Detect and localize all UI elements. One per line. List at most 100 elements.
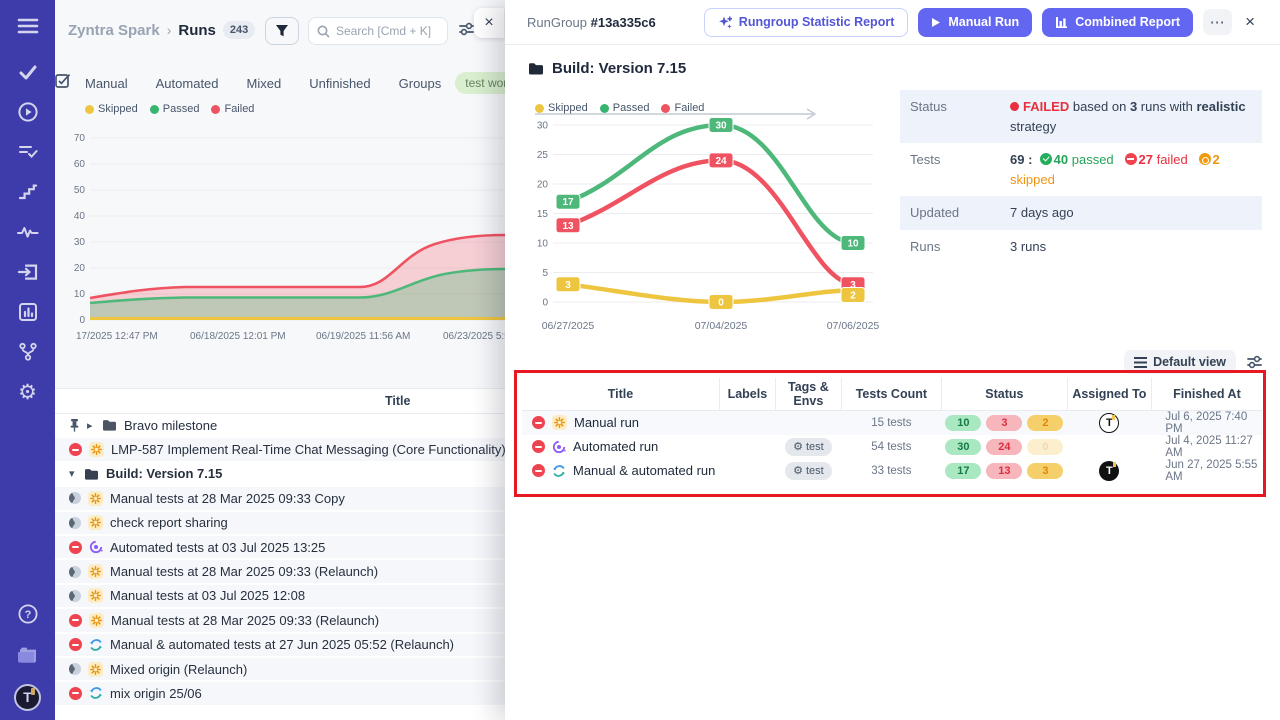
failed-pill: 3	[986, 415, 1022, 431]
tag-filter-pill[interactable]: test work	[455, 72, 505, 94]
col-finished-at[interactable]: Finished At	[1151, 378, 1262, 410]
test-plans-icon[interactable]	[0, 132, 55, 172]
manual-run-icon	[88, 515, 103, 530]
passed-pill: 30	[945, 439, 981, 455]
updated-row: Updated 7 days ago	[900, 196, 1262, 230]
settings-gear-icon[interactable]: ⚙	[0, 372, 55, 412]
runs-list: Title ▸ Bravo milestone LMP-587 Implemen…	[55, 388, 505, 720]
col-labels[interactable]: Labels	[719, 378, 775, 410]
pulse-icon[interactable]	[0, 212, 55, 252]
mixed-run-icon	[89, 686, 103, 700]
combined-report-button[interactable]: Combined Report	[1042, 8, 1193, 37]
table-header-row: Title Labels Tags & Envs Tests Count Sta…	[522, 378, 1262, 410]
run-row[interactable]: Automated run ⚙ test 54 tests 30 24 0 Ju…	[522, 435, 1262, 459]
list-item[interactable]: Mixed origin (Relaunch)	[55, 658, 505, 682]
list-item[interactable]: Automated tests at 03 Jul 2025 13:25	[55, 536, 505, 560]
assignee-avatar[interactable]: T	[1099, 461, 1119, 481]
list-item[interactable]: Manual & automated tests at 27 Jun 2025 …	[55, 634, 505, 658]
assignee-avatar[interactable]: T	[1099, 413, 1119, 433]
tag-pill[interactable]: ⚙ test	[785, 438, 832, 456]
list-item[interactable]: Manual tests at 28 Mar 2025 09:33 (Relau…	[55, 609, 505, 633]
group-chart-legend: Skipped Passed Failed	[535, 102, 704, 114]
group-runs-table: Title Labels Tags & Envs Tests Count Sta…	[522, 378, 1262, 483]
display-options-icon[interactable]	[459, 22, 474, 41]
svg-text:17/2025 12:47 PM: 17/2025 12:47 PM	[76, 331, 158, 342]
chart-legend: Skipped Passed Failed	[85, 103, 254, 115]
col-tests-count[interactable]: Tests Count	[841, 378, 941, 410]
caret-down-icon[interactable]: ▾	[69, 467, 77, 480]
more-options-button[interactable]: ⋯	[1203, 9, 1232, 35]
updated-value: 7 days ago	[1010, 203, 1074, 223]
rungroup-header: RunGroup #13a335c6 Rungroup Statistic Re…	[505, 0, 1280, 45]
steps-icon[interactable]	[0, 172, 55, 212]
play-icon	[931, 17, 941, 28]
passed-dot	[600, 104, 609, 113]
passed-dot	[150, 105, 159, 114]
failed-dot	[211, 105, 220, 114]
tab-automated[interactable]: Automated	[142, 76, 233, 91]
user-avatar[interactable]: T	[0, 674, 55, 720]
select-runs-icon[interactable]	[55, 73, 71, 93]
svg-text:10: 10	[74, 289, 86, 300]
list-item[interactable]: check report sharing	[55, 512, 505, 536]
list-item-label: Bravo milestone	[124, 418, 217, 433]
list-item[interactable]: LMP-587 Implement Real-Time Chat Messagi…	[55, 438, 505, 462]
list-item[interactable]: ▸ Bravo milestone	[55, 414, 505, 438]
import-icon[interactable]	[0, 252, 55, 292]
help-icon[interactable]: ?	[0, 594, 55, 634]
tab-unfinished[interactable]: Unfinished	[295, 76, 384, 91]
table-settings-icon[interactable]	[1247, 355, 1262, 369]
list-item-label: check report sharing	[110, 515, 228, 530]
failed-status-icon	[532, 464, 545, 477]
breadcrumb-page[interactable]: Runs	[178, 22, 216, 39]
failed-status-icon	[69, 638, 82, 651]
manual-run-button[interactable]: Manual Run	[918, 8, 1032, 37]
avatar-letter: T	[23, 689, 32, 705]
list-item[interactable]: Manual tests at 03 Jul 2025 12:08	[55, 585, 505, 609]
default-view-button[interactable]: Default view	[1124, 350, 1236, 374]
failed-status-icon	[69, 541, 82, 554]
filter-button[interactable]	[265, 17, 299, 45]
analytics-icon[interactable]	[0, 292, 55, 332]
run-filter-tabs: Manual Automated Mixed Unfinished Groups…	[55, 70, 505, 96]
caret-right-icon[interactable]: ▸	[87, 419, 95, 432]
tab-groups[interactable]: Groups	[385, 76, 456, 91]
list-item-label: Build: Version 7.15	[106, 466, 222, 481]
tests-count: 33 tests	[841, 459, 941, 483]
passed-pill: 17	[945, 463, 981, 479]
list-item[interactable]: Manual tests at 28 Mar 2025 09:33 (Relau…	[55, 560, 505, 584]
panel-close-button[interactable]: ×	[474, 8, 504, 38]
search-box[interactable]	[308, 17, 448, 45]
runs-icon[interactable]	[0, 92, 55, 132]
col-tags-envs[interactable]: Tags & Envs	[775, 378, 841, 410]
projects-folder-icon[interactable]	[0, 634, 55, 674]
breadcrumb-project[interactable]: Zyntra Spark	[68, 22, 160, 39]
search-icon	[317, 25, 330, 38]
run-row[interactable]: Manual & automated run ⚙ test 33 tests 1…	[522, 459, 1262, 483]
rungroup-statistic-report-button[interactable]: Rungroup Statistic Report	[704, 8, 909, 37]
menu-icon[interactable]	[0, 0, 55, 52]
svg-text:30: 30	[715, 121, 727, 132]
list-item[interactable]: mix origin 25/06	[55, 682, 505, 706]
folder-icon	[102, 419, 117, 431]
svg-text:70: 70	[74, 133, 86, 144]
list-item-selected[interactable]: ▾ Build: Version 7.15	[55, 463, 505, 487]
list-item[interactable]: Manual tests at 28 Mar 2025 09:33 Copy	[55, 487, 505, 511]
tab-manual[interactable]: Manual	[71, 76, 142, 91]
run-row[interactable]: Manual run 15 tests 10 3 2 T Jul 6, 2025…	[522, 410, 1262, 435]
failed-dot	[661, 104, 670, 113]
detail-close-button[interactable]: ×	[1242, 12, 1258, 32]
tab-mixed[interactable]: Mixed	[233, 76, 296, 91]
svg-text:13: 13	[562, 221, 574, 232]
col-assigned-to[interactable]: Assigned To	[1067, 378, 1151, 410]
tag-pill[interactable]: ⚙ test	[785, 462, 832, 480]
svg-text:2: 2	[850, 291, 856, 302]
search-input[interactable]	[336, 24, 436, 38]
legend-skipped: Skipped	[548, 102, 588, 114]
runs-panel: Zyntra Spark › Runs 243 × Manual Automat…	[55, 0, 505, 720]
automated-run-icon	[552, 440, 566, 454]
tasks-check-icon[interactable]	[0, 52, 55, 92]
col-status[interactable]: Status	[941, 378, 1067, 410]
col-title[interactable]: Title	[522, 378, 719, 410]
branching-icon[interactable]	[0, 332, 55, 372]
